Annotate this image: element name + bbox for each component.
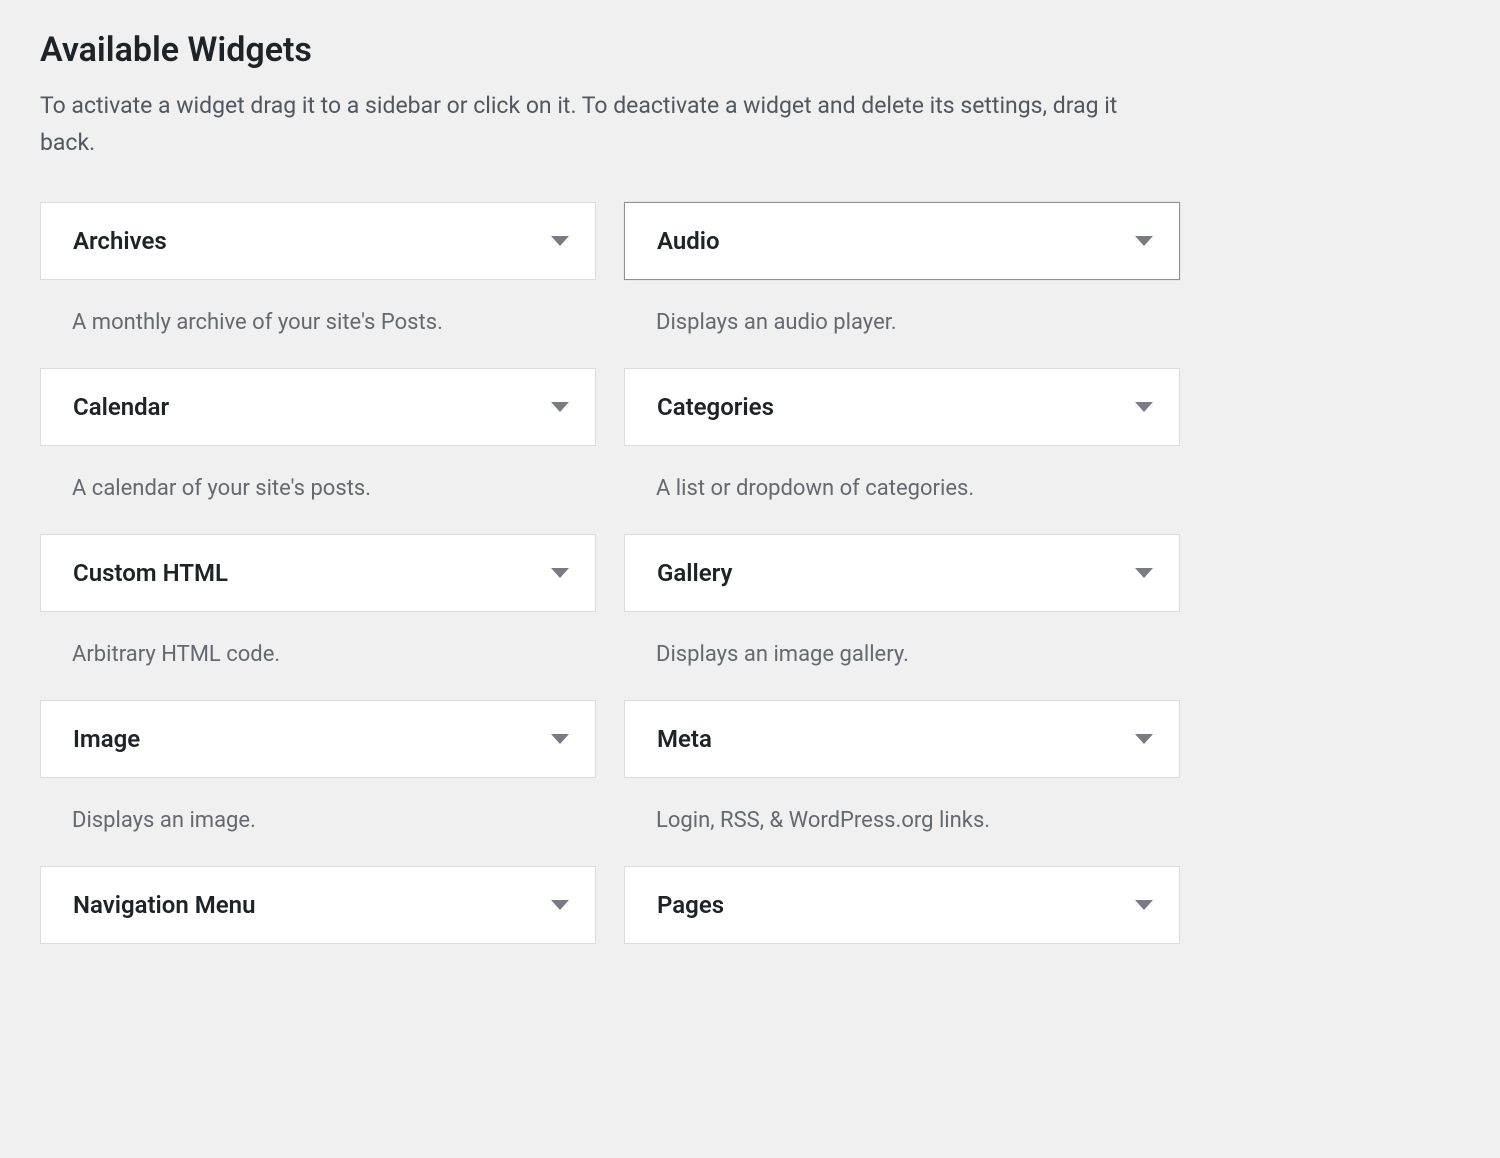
chevron-down-icon — [551, 568, 569, 578]
chevron-down-icon — [551, 734, 569, 744]
widget-title: Pages — [657, 891, 724, 919]
widget-title: Navigation Menu — [73, 891, 255, 919]
widget-header-gallery[interactable]: Gallery — [624, 534, 1180, 612]
page-description: To activate a widget drag it to a sideba… — [40, 88, 1140, 162]
widget-title: Image — [73, 725, 140, 753]
widget-description: Displays an image. — [40, 778, 596, 866]
chevron-down-icon — [1135, 734, 1153, 744]
widget-header-calendar[interactable]: Calendar — [40, 368, 596, 446]
widget-description: Displays an image gallery. — [624, 612, 1180, 700]
chevron-down-icon — [551, 900, 569, 910]
widget-title: Meta — [657, 725, 712, 753]
widget-header-archives[interactable]: Archives — [40, 202, 596, 280]
widget-item-custom-html: Custom HTML Arbitrary HTML code. — [40, 534, 596, 700]
chevron-down-icon — [551, 402, 569, 412]
widget-title: Gallery — [657, 559, 732, 587]
widget-description: A monthly archive of your site's Posts. — [40, 280, 596, 368]
chevron-down-icon — [551, 236, 569, 246]
widget-description: A calendar of your site's posts. — [40, 446, 596, 534]
chevron-down-icon — [1135, 236, 1153, 246]
available-widgets-grid: Archives A monthly archive of your site'… — [40, 202, 1180, 944]
widget-item-categories: Categories A list or dropdown of categor… — [624, 368, 1180, 534]
widget-description: Arbitrary HTML code. — [40, 612, 596, 700]
widget-item-meta: Meta Login, RSS, & WordPress.org links. — [624, 700, 1180, 866]
widget-header-custom-html[interactable]: Custom HTML — [40, 534, 596, 612]
widget-header-audio[interactable]: Audio — [624, 202, 1180, 280]
chevron-down-icon — [1135, 402, 1153, 412]
widget-header-categories[interactable]: Categories — [624, 368, 1180, 446]
widget-title: Archives — [73, 227, 167, 255]
widget-item-navigation-menu: Navigation Menu — [40, 866, 596, 944]
widget-item-archives: Archives A monthly archive of your site'… — [40, 202, 596, 368]
widget-description: A list or dropdown of categories. — [624, 446, 1180, 534]
widget-item-gallery: Gallery Displays an image gallery. — [624, 534, 1180, 700]
widget-header-navigation-menu[interactable]: Navigation Menu — [40, 866, 596, 944]
widget-header-image[interactable]: Image — [40, 700, 596, 778]
widget-header-pages[interactable]: Pages — [624, 866, 1180, 944]
chevron-down-icon — [1135, 568, 1153, 578]
widget-title: Custom HTML — [73, 559, 228, 587]
widget-item-audio: Audio Displays an audio player. — [624, 202, 1180, 368]
widget-title: Calendar — [73, 393, 169, 421]
widget-title: Audio — [657, 227, 720, 255]
widget-item-pages: Pages — [624, 866, 1180, 944]
widget-description: Displays an audio player. — [624, 280, 1180, 368]
widget-item-image: Image Displays an image. — [40, 700, 596, 866]
chevron-down-icon — [1135, 900, 1153, 910]
widget-header-meta[interactable]: Meta — [624, 700, 1180, 778]
widget-description: Login, RSS, & WordPress.org links. — [624, 778, 1180, 866]
widget-title: Categories — [657, 393, 774, 421]
page-title: Available Widgets — [40, 30, 1460, 70]
widget-item-calendar: Calendar A calendar of your site's posts… — [40, 368, 596, 534]
